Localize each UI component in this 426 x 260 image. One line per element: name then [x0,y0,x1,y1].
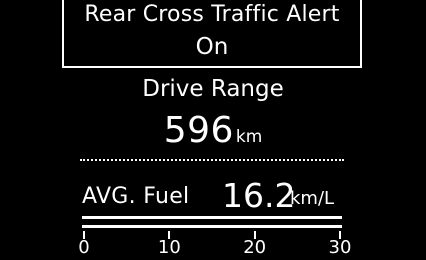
avg-fuel-unit: km/L [290,188,335,209]
avg-fuel-label: AVG. Fuel [82,184,190,209]
scale-tick-label: 20 [243,237,267,258]
scale-tick-label: 10 [157,237,181,258]
scale-tick-label: 0 [78,237,90,258]
cluster-display: Rear Cross Traffic Alert On Drive Range … [0,0,426,260]
rcta-status: On [195,34,229,60]
drive-range-label: Drive Range [142,76,284,102]
rcta-popup: Rear Cross Traffic Alert On [62,0,362,68]
rcta-title: Rear Cross Traffic Alert [84,2,340,27]
drive-range-readout: 596 km [0,110,426,151]
fuel-bar-rail-top [82,216,342,219]
drive-range-value: 596 [163,110,234,151]
scale-tick-label: 30 [328,237,352,258]
avg-fuel-value: 16.2 [222,176,296,215]
drive-range-unit: km [235,127,263,147]
fuel-bar-rail-bottom [82,225,342,228]
dotted-divider [80,159,344,161]
